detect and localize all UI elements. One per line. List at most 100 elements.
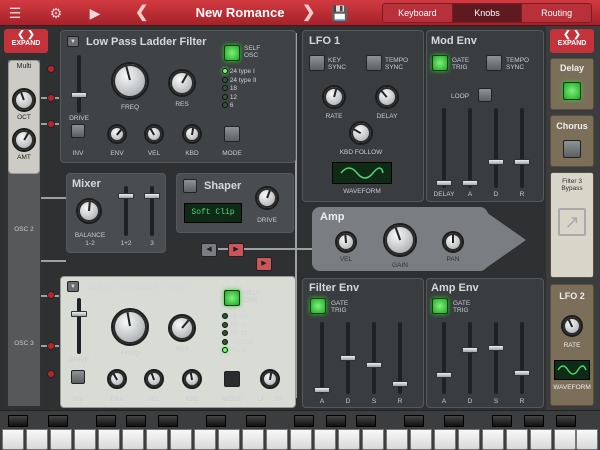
- lp-self-osc-button[interactable]: [224, 45, 240, 61]
- sv-kbd-knob[interactable]: [182, 369, 202, 389]
- white-key[interactable]: [170, 429, 192, 450]
- lp-kbd-knob[interactable]: [182, 124, 202, 144]
- sv-mode-item[interactable]: BP 12: [222, 322, 292, 331]
- lfo2-rate-knob[interactable]: [561, 315, 583, 337]
- mod-env-a-slider-handle[interactable]: [462, 180, 478, 186]
- black-key[interactable]: [8, 415, 28, 427]
- input-jack[interactable]: [47, 94, 55, 102]
- input-jack[interactable]: [47, 120, 55, 128]
- filter-env-s-slider-handle[interactable]: [366, 362, 382, 368]
- mod-env-gate-trig-button[interactable]: [432, 55, 448, 71]
- black-key[interactable]: [126, 415, 146, 427]
- mod-env-d-slider[interactable]: [494, 108, 498, 188]
- amp-env-d-slider[interactable]: [468, 322, 472, 394]
- mod-env-a-slider[interactable]: [468, 108, 472, 188]
- white-key[interactable]: [576, 429, 598, 450]
- sv-drive-slider[interactable]: [77, 298, 81, 354]
- lp-mode-button[interactable]: [224, 126, 240, 142]
- filter-env-a-slider[interactable]: [320, 322, 324, 394]
- white-key[interactable]: [530, 429, 552, 450]
- white-key[interactable]: [26, 429, 48, 450]
- black-key[interactable]: [356, 415, 376, 427]
- right-expand-button[interactable]: ❮ ❯ EXPAND: [550, 29, 594, 53]
- shaper-drive-knob[interactable]: [255, 186, 279, 210]
- mod-env-delay-slider-handle[interactable]: [436, 180, 452, 186]
- black-key[interactable]: [158, 415, 178, 427]
- filter-env-d-slider-handle[interactable]: [340, 355, 356, 361]
- left-expand-button[interactable]: ❮ ❯ EXPAND: [4, 29, 48, 53]
- filter-env-a-slider-handle[interactable]: [314, 387, 330, 393]
- tab-routing[interactable]: Routing: [522, 4, 591, 22]
- input-jack[interactable]: [47, 65, 55, 73]
- amp-env-r-slider-handle[interactable]: [514, 370, 530, 376]
- white-key[interactable]: [506, 429, 528, 450]
- black-key[interactable]: [326, 415, 346, 427]
- lp-vel-knob[interactable]: [144, 124, 164, 144]
- black-key[interactable]: [404, 415, 424, 427]
- lp-freq-knob[interactable]: [111, 62, 149, 100]
- route-svf-button[interactable]: ▶: [256, 257, 272, 271]
- sv-vel-knob[interactable]: [144, 369, 164, 389]
- black-key[interactable]: [556, 415, 576, 427]
- black-key[interactable]: [492, 415, 512, 427]
- lp-env-knob[interactable]: [107, 124, 127, 144]
- lp-mode-item[interactable]: 24 type I: [222, 68, 292, 77]
- sv-filter-dropdown[interactable]: ▼: [67, 281, 79, 292]
- mod-env-tempo-sync-button[interactable]: [486, 55, 502, 71]
- route-left-button[interactable]: ◀: [201, 243, 217, 257]
- amp-env-s-slider-handle[interactable]: [488, 345, 504, 351]
- shaper-display[interactable]: Soft Clip: [184, 203, 242, 223]
- white-key[interactable]: [2, 429, 24, 450]
- sv-freq-knob[interactable]: [111, 308, 149, 346]
- white-key[interactable]: [122, 429, 144, 450]
- lfo1-waveform-display[interactable]: [332, 162, 392, 184]
- gear-icon[interactable]: ⚙: [46, 0, 66, 26]
- white-key[interactable]: [98, 429, 120, 450]
- white-key[interactable]: [410, 429, 432, 450]
- black-key[interactable]: [246, 415, 266, 427]
- lfo1-kbd-follow-knob[interactable]: [349, 121, 373, 145]
- amp-env-a-slider[interactable]: [442, 322, 446, 394]
- route-right-button[interactable]: ▶: [228, 243, 244, 257]
- white-key[interactable]: [314, 429, 336, 450]
- black-key[interactable]: [444, 415, 464, 427]
- mod-env-r-slider[interactable]: [520, 108, 524, 188]
- lp-mode-item[interactable]: 6: [222, 102, 292, 111]
- filter-env-r-slider-handle[interactable]: [392, 381, 408, 387]
- lfo1-key-sync-button[interactable]: [309, 55, 325, 71]
- lfo1-delay-knob[interactable]: [375, 85, 399, 109]
- black-key[interactable]: [48, 415, 68, 427]
- lp-inv-button[interactable]: [71, 124, 85, 138]
- tab-keyboard[interactable]: Keyboard: [383, 4, 453, 22]
- delay-enable-button[interactable]: [563, 82, 581, 100]
- chorus-enable-button[interactable]: [563, 140, 581, 158]
- lp-mode-item[interactable]: 12: [222, 94, 292, 103]
- white-key[interactable]: [434, 429, 456, 450]
- black-key[interactable]: [294, 415, 314, 427]
- sv-self-osc-button[interactable]: [224, 290, 240, 306]
- input-jack[interactable]: [47, 342, 55, 350]
- tab-knobs[interactable]: Knobs: [452, 4, 523, 22]
- mixer-3-slider-handle[interactable]: [144, 193, 160, 199]
- amp-env-d-slider-handle[interactable]: [462, 347, 478, 353]
- filter-env-gate-trig-button[interactable]: [310, 298, 326, 314]
- white-key[interactable]: [290, 429, 312, 450]
- amp-gain-knob[interactable]: [383, 223, 417, 257]
- white-key[interactable]: [194, 429, 216, 450]
- white-key[interactable]: [266, 429, 288, 450]
- lp-mode-item[interactable]: 18: [222, 85, 292, 94]
- prev-arrow-icon[interactable]: ❮: [135, 0, 148, 26]
- white-key[interactable]: [482, 429, 504, 450]
- mod-env-d-slider-handle[interactable]: [488, 159, 504, 165]
- shaper-enable-button[interactable]: [183, 179, 197, 193]
- white-key[interactable]: [242, 429, 264, 450]
- mod-env-r-slider-handle[interactable]: [514, 159, 530, 165]
- video-icon[interactable]: ▶: [84, 0, 106, 26]
- lp-drive-slider-handle[interactable]: [71, 92, 87, 98]
- oct-knob[interactable]: [12, 88, 36, 112]
- amp-env-a-slider-handle[interactable]: [436, 372, 452, 378]
- amp-env-gate-trig-button[interactable]: [432, 298, 448, 314]
- mixer-balance-knob[interactable]: [76, 198, 102, 224]
- lfo1-tempo-sync-button[interactable]: [366, 55, 382, 71]
- white-key[interactable]: [50, 429, 72, 450]
